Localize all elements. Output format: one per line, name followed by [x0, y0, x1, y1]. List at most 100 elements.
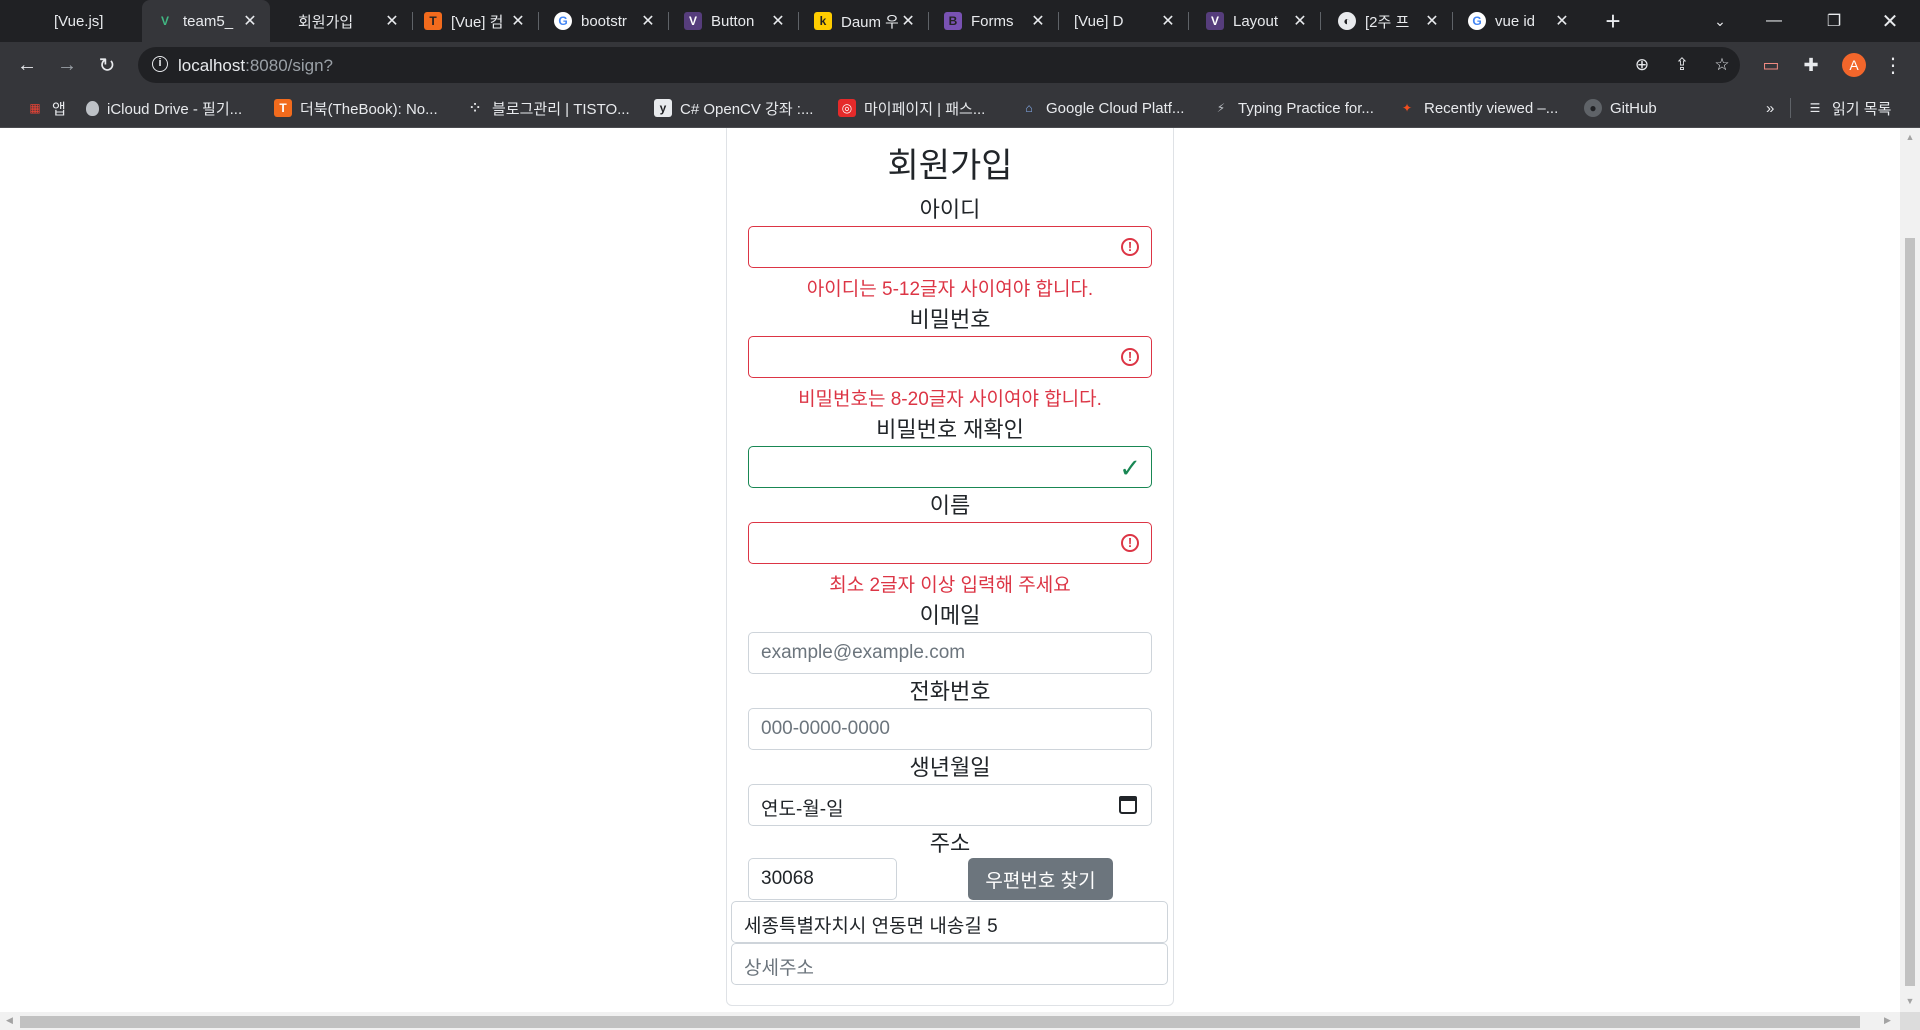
tab-close-icon[interactable]: ✕ — [1028, 11, 1048, 31]
browser-tab[interactable]: ◐ [2주 프 ✕ — [1324, 0, 1452, 42]
tab-title: [Vue] D — [1074, 12, 1124, 30]
bookmarks-overflow-button[interactable]: » — [1766, 88, 1774, 128]
window-close-button[interactable]: ✕ — [1862, 0, 1918, 42]
scroll-up-icon[interactable]: ▲ — [1905, 132, 1915, 142]
tab-title: team5_ — [183, 12, 234, 30]
bookmark-item[interactable]: ⁘ 블로그관리 | TISTO... — [466, 88, 630, 128]
find-zipcode-button[interactable]: 우편번호 찾기 — [968, 858, 1113, 900]
tab-close-icon[interactable]: ✕ — [1552, 11, 1572, 31]
address-detail-input[interactable]: 상세주소 — [731, 943, 1168, 985]
id-input[interactable]: ! — [748, 226, 1152, 268]
bookmark-item[interactable]: ◎ 마이페이지 | 패스... — [838, 88, 985, 128]
address-detail-placeholder: 상세주소 — [744, 958, 814, 979]
browser-tab[interactable]: T [Vue] 컴 ✕ — [410, 0, 538, 42]
browser-tab[interactable]: k Daum 우 ✕ — [800, 0, 928, 42]
bookmark-item[interactable]: ✦ Recently viewed –... — [1398, 88, 1558, 128]
tab-separator — [1058, 12, 1059, 30]
site-info-icon[interactable]: i — [152, 56, 168, 72]
email-input[interactable]: example@example.com — [748, 632, 1152, 674]
reading-list-label: 읽기 목록 — [1832, 100, 1892, 118]
tab-close-icon[interactable]: ✕ — [382, 11, 402, 31]
browser-tab[interactable]: Gbootstr ✕ — [540, 0, 668, 42]
extensions-icon[interactable]: ✚ — [1800, 54, 1822, 76]
tab-close-icon[interactable]: ✕ — [508, 11, 528, 31]
profile-avatar[interactable]: A — [1842, 53, 1866, 77]
tab-title: Layout — [1233, 12, 1279, 30]
phone-placeholder: 000-0000-0000 — [761, 718, 890, 739]
opencv-icon: y — [654, 99, 672, 117]
bookmark-item[interactable]: ⚡ Typing Practice for... — [1212, 88, 1374, 128]
bookmark-label: 마이페이지 | 패스... — [864, 100, 986, 118]
tab-separator — [538, 12, 539, 30]
url-text[interactable]: localhost:8080/sign? — [178, 56, 333, 76]
error-icon: ! — [1121, 348, 1139, 366]
new-tab-button[interactable]: + — [1598, 0, 1628, 42]
back-icon[interactable]: ← — [12, 50, 42, 80]
address-label: 주소 — [929, 831, 971, 856]
browser-tab[interactable]: V Button ✕ — [670, 0, 798, 42]
bookmark-item[interactable]: T 더북(TheBook): No... — [274, 88, 438, 128]
tab-close-icon[interactable]: ✕ — [638, 11, 658, 31]
tab-close-icon[interactable]: ✕ — [1158, 11, 1178, 31]
horizontal-scroll-thumb[interactable] — [20, 1016, 1860, 1028]
minimize-button[interactable]: — — [1746, 0, 1802, 42]
bookmark-label: iCloud Drive - 필기... — [107, 100, 243, 118]
tab-separator — [1188, 12, 1189, 30]
tab-favicon-icon: B — [944, 12, 962, 30]
tab-close-icon[interactable]: ✕ — [898, 11, 918, 31]
name-error-message: 최소 2글자 이상 입력해 주세요 — [829, 575, 1071, 596]
name-input[interactable]: ! — [748, 522, 1152, 564]
figma-icon: ✦ — [1401, 101, 1413, 115]
restore-button[interactable]: ❐ — [1806, 0, 1862, 42]
password-input[interactable]: ! — [748, 336, 1152, 378]
browser-tab[interactable]: Vteam5_ ✕ — [142, 0, 270, 42]
scroll-down-icon[interactable]: ▼ — [1905, 996, 1915, 1006]
horizontal-scrollbar[interactable]: ◀ ▶ — [0, 1012, 1900, 1030]
browser-tab[interactable]: 회원가입 ✕ — [284, 0, 412, 42]
bookmark-star-icon[interactable]: ☆ — [1712, 55, 1732, 75]
browser-tab[interactable]: V Layout ✕ — [1192, 0, 1320, 42]
bookmark-item[interactable]: ● GitHub — [1584, 88, 1657, 128]
url-path: :8080/sign? — [245, 56, 334, 75]
bookmark-item[interactable]: iCloud Drive - 필기... — [86, 88, 242, 128]
share-icon[interactable]: ⇪ — [1672, 55, 1692, 75]
bookmark-item[interactable]: ⌂ Google Cloud Platf... — [1020, 88, 1184, 128]
browser-tab[interactable]: [Vue] D ✕ — [1060, 0, 1188, 42]
reload-icon[interactable]: ↻ — [92, 50, 122, 80]
calendar-icon[interactable] — [1119, 796, 1137, 814]
tab-title: [Vue.js] — [54, 12, 104, 30]
typing-icon: ⚡ — [1216, 101, 1226, 115]
browser-tab[interactable]: B Forms ✕ — [930, 0, 1058, 42]
scroll-right-icon[interactable]: ▶ — [1884, 1015, 1894, 1026]
id-label: 아이디 — [919, 197, 981, 222]
scroll-left-icon[interactable]: ◀ — [6, 1015, 16, 1026]
password-label: 비밀번호 — [909, 307, 991, 332]
birth-date-input[interactable]: 연도-월-일 — [748, 784, 1152, 826]
forward-icon[interactable]: → — [52, 50, 82, 80]
vertical-scroll-thumb[interactable] — [1905, 238, 1915, 986]
zoom-icon[interactable]: ⊕ — [1632, 55, 1652, 75]
tab-favicon-icon: ◐ — [1338, 12, 1356, 30]
cast-icon[interactable]: ▭ — [1760, 54, 1782, 76]
birth-date-value: 연도-월-일 — [761, 799, 844, 820]
reading-list-button[interactable]: ☰ 읽기 목록 — [1806, 88, 1892, 128]
tab-close-icon[interactable]: ✕ — [768, 11, 788, 31]
address-bar[interactable]: i localhost:8080/sign? ⊕ ⇪ ☆ — [138, 47, 1740, 83]
zipcode-input[interactable]: 30068 — [748, 858, 897, 900]
tab-search-icon[interactable]: ⌄ — [1692, 0, 1748, 42]
address-input[interactable]: 세종특별자치시 연동면 내송길 5 — [731, 901, 1168, 943]
vertical-scrollbar[interactable]: ▲ ▼ — [1900, 128, 1920, 1012]
menu-icon[interactable]: ⋮ — [1882, 54, 1904, 77]
tab-close-icon[interactable]: ✕ — [1290, 11, 1310, 31]
bookmark-item[interactable]: y C# OpenCV 강좌 :... — [654, 88, 813, 128]
tab-close-icon[interactable]: ✕ — [1422, 11, 1442, 31]
phone-input[interactable]: 000-0000-0000 — [748, 708, 1152, 750]
bookmark-label: Typing Practice for... — [1238, 99, 1374, 117]
bookmark-label: GitHub — [1610, 99, 1657, 117]
bookmark-item[interactable]: ▦ 앱 — [26, 88, 65, 128]
password-confirm-input[interactable]: ✓ — [748, 446, 1152, 488]
tab-close-icon[interactable]: ✕ — [240, 11, 260, 31]
browser-tab[interactable]: Gvue id ✕ — [1454, 0, 1582, 42]
zipcode-value: 30068 — [761, 868, 814, 889]
tab-separator — [928, 12, 929, 30]
